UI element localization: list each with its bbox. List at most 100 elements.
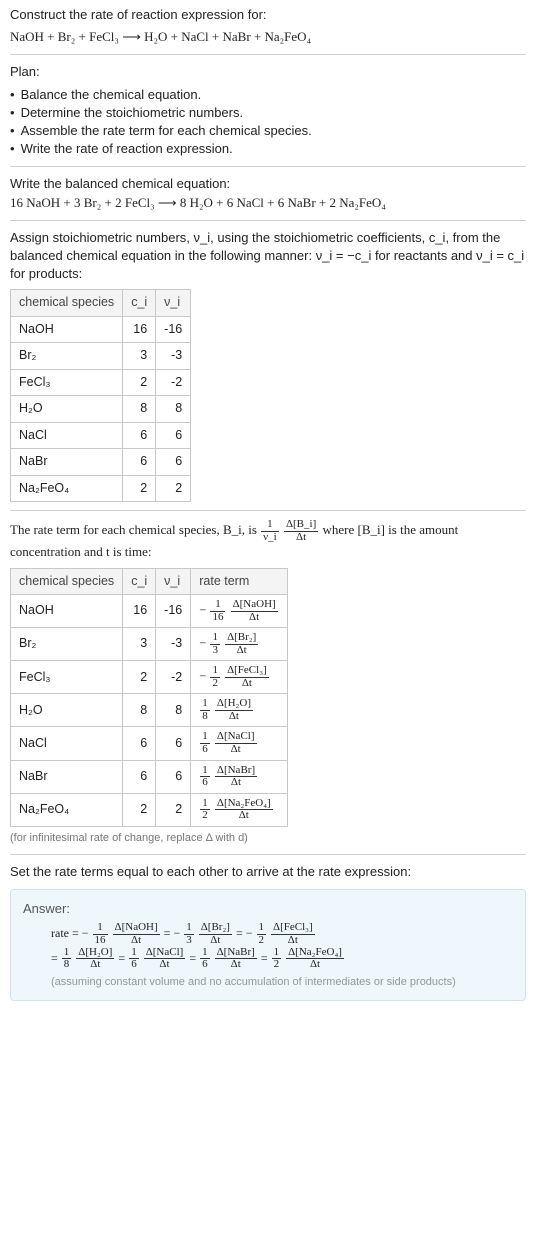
frac-den: Δt (215, 711, 253, 723)
rate-intro-a: The rate term for each chemical species,… (10, 522, 260, 537)
bullet-icon: • (10, 122, 15, 140)
frac: Δ[H₂O]Δt (215, 698, 253, 722)
cell-ci: 3 (123, 343, 156, 370)
frac-den: 2 (210, 678, 220, 690)
cell-ci: 8 (123, 694, 156, 727)
cell-species: NaBr (11, 760, 123, 793)
frac: Δ[NaBr]Δt (215, 947, 257, 971)
sign: − (173, 926, 180, 940)
sign: − (199, 603, 206, 617)
frac: Δ[NaOH]Δt (113, 922, 160, 946)
cell-vi: 6 (156, 727, 191, 760)
frac: 16 (200, 731, 210, 755)
frac-den: Δt (113, 935, 160, 947)
th-ci: c_i (123, 290, 156, 317)
frac: 12 (210, 665, 220, 689)
frac-den: 16 (93, 935, 108, 947)
frac-den: 6 (129, 959, 139, 971)
table-row: Br₂3-3 (11, 343, 191, 370)
bullet-icon: • (10, 140, 15, 158)
final-lead: Set the rate terms equal to each other t… (10, 863, 526, 881)
table-row: Br₂ 3 -3 − 13 Δ[Br₂]Δt (11, 628, 288, 661)
table-row: Na₂FeO₄ 2 2 12 Δ[Na₂FeO₄]Δt (11, 793, 288, 826)
cell-species: NaBr (11, 449, 123, 476)
frac-den: 8 (200, 711, 210, 723)
cell-ci: 6 (123, 449, 156, 476)
cell-vi: 6 (156, 422, 191, 449)
plan-item-text: Assemble the rate term for each chemical… (21, 122, 312, 140)
intro-prompt: Construct the rate of reaction expressio… (10, 6, 526, 24)
th-vi: ν_i (156, 568, 191, 595)
frac-den: 2 (200, 810, 210, 822)
frac-den: 8 (62, 959, 72, 971)
cell-species: NaOH (11, 595, 123, 628)
cell-rate: 16 Δ[NaBr]Δt (191, 760, 287, 793)
plan-list: •Balance the chemical equation. •Determi… (10, 86, 526, 159)
cell-ci: 2 (123, 793, 156, 826)
frac-den: Δt (199, 935, 232, 947)
frac-den: Δt (284, 532, 318, 544)
frac-num: 1 (200, 698, 210, 711)
answer-label: Answer: (23, 900, 513, 918)
frac-den: Δt (225, 645, 258, 657)
cell-ci: 16 (123, 595, 156, 628)
cell-rate: 12 Δ[Na₂FeO₄]Δt (191, 793, 287, 826)
cell-ci: 6 (123, 422, 156, 449)
frac: 13 (184, 922, 194, 946)
cell-species: H₂O (11, 694, 123, 727)
rate-section: The rate term for each chemical species,… (10, 510, 526, 846)
cell-ci: 6 (123, 727, 156, 760)
frac-den: Δt (271, 935, 315, 947)
frac: Δ[Na₂FeO₄]Δt (286, 947, 344, 971)
table-row: NaOH 16 -16 − 116 Δ[NaOH]Δt (11, 595, 288, 628)
sign: − (82, 926, 89, 940)
frac-den: Δt (286, 959, 344, 971)
bullet-icon: • (10, 86, 15, 104)
cell-ci: 3 (123, 628, 156, 661)
frac: 18 (62, 947, 72, 971)
stoich-table: chemical species c_i ν_i NaOH16-16 Br₂3-… (10, 289, 191, 502)
frac-den: 3 (210, 645, 220, 657)
table-row: H₂O 8 8 18 Δ[H₂O]Δt (11, 694, 288, 727)
frac-den: 3 (184, 935, 194, 947)
cell-vi: 2 (156, 793, 191, 826)
frac: Δ[NaOH]Δt (231, 599, 278, 623)
eq-symbol: = (236, 926, 246, 940)
frac-num: Δ[NaOH] (231, 599, 278, 612)
cell-species: Br₂ (11, 628, 123, 661)
frac: 16 (200, 947, 210, 971)
intro-equation: NaOH + Br₂ + FeCl₃ ⟶ H₂O + NaCl + NaBr +… (10, 28, 526, 46)
cell-ci: 8 (123, 396, 156, 423)
frac-num: Δ[FeCl₃] (225, 665, 269, 678)
frac-num: Δ[B_i] (284, 519, 318, 532)
plan-item: •Determine the stoichiometric numbers. (10, 104, 526, 122)
cell-species: FeCl₃ (11, 369, 123, 396)
stoich-section: Assign stoichiometric numbers, ν_i, usin… (10, 220, 526, 503)
eq-symbol: = (118, 950, 128, 964)
rate-note: (for infinitesimal rate of change, repla… (10, 831, 526, 846)
plan-item: •Balance the chemical equation. (10, 86, 526, 104)
eq-symbol: = (189, 950, 199, 964)
frac-den: 6 (200, 744, 210, 756)
table-row: H₂O88 (11, 396, 191, 423)
rate-intro-frac1: 1 ν_i (261, 519, 279, 543)
frac: Δ[NaCl]Δt (215, 731, 257, 755)
cell-species: NaOH (11, 316, 123, 343)
table-header-row: chemical species c_i ν_i rate term (11, 568, 288, 595)
cell-ci: 2 (123, 475, 156, 502)
frac: Δ[Na₂FeO₄]Δt (215, 798, 273, 822)
plan-item-text: Determine the stoichiometric numbers. (21, 104, 244, 122)
frac-den: 6 (200, 959, 210, 971)
balanced-label: Write the balanced chemical equation: (10, 175, 526, 193)
frac-den: 16 (210, 612, 225, 624)
eq-symbol: = (51, 950, 61, 964)
cell-vi: 8 (156, 396, 191, 423)
table-row: FeCl₃2-2 (11, 369, 191, 396)
frac: 13 (210, 632, 220, 656)
cell-rate: − 13 Δ[Br₂]Δt (191, 628, 287, 661)
answer-box: Answer: rate = − 116 Δ[NaOH]Δt = − 13 Δ[… (10, 889, 526, 1001)
th-species: chemical species (11, 568, 123, 595)
cell-species: FeCl₃ (11, 661, 123, 694)
sign: − (199, 636, 206, 650)
balanced-equation: 16 NaOH + 3 Br₂ + 2 FeCl₃ ⟶ 8 H₂O + 6 Na… (10, 194, 526, 212)
